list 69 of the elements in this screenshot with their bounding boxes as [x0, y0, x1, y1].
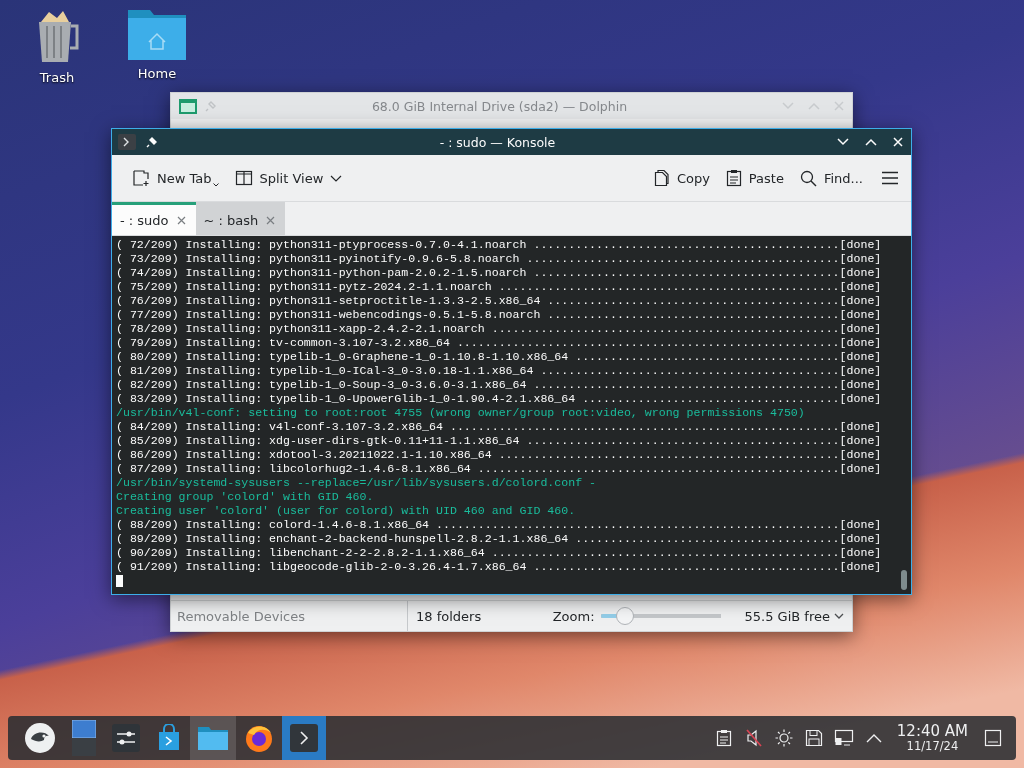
- terminal-line: Creating user 'colord' (user for colord) with UID 460 and GID 460.: [116, 504, 576, 518]
- desktop-icon-label[interactable]: Trash: [39, 70, 75, 85]
- chevron-down-icon: [834, 613, 844, 619]
- new-tab-icon: [132, 169, 150, 187]
- chevron-up-icon[interactable]: [865, 733, 882, 743]
- folder-icon[interactable]: [198, 726, 228, 750]
- speaker-muted-icon[interactable]: [745, 729, 762, 747]
- terminal-icon: [118, 134, 136, 150]
- application-launcher-icon[interactable]: [24, 722, 56, 754]
- terminal-tab[interactable]: - : sudo: [112, 202, 196, 235]
- browser-icon[interactable]: [244, 723, 274, 753]
- show-desktop-icon[interactable]: [984, 729, 1002, 747]
- terminal-line: ( 90/209) Installing: libenchant-2-2-2.8.2-1.1.x86_64 ..................................................[done]: [116, 546, 882, 560]
- terminal-line: /usr/bin/systemd-sysusers --replace=/usr/lib/sysusers.d/colord.conf -: [116, 476, 597, 490]
- terminal-line: ( 87/209) Installing: libcolorhug2-1.4.6-8.1.x86_64 ....................................................[done]: [116, 462, 882, 476]
- clock-date: 11/17/24: [906, 740, 959, 753]
- folder-icon: [179, 98, 197, 114]
- terminal-line: ( 88/209) Installing: colord-1.4.6-8.1.x86_64 ..........................................................[done]: [116, 518, 882, 532]
- terminal-line: ( 72/209) Installing: python311-ptyprocess-0.7.0-4.1.noarch ............................................[done]: [116, 238, 882, 252]
- toolbar-button[interactable]: Paste: [719, 165, 790, 191]
- shopping-bag-icon[interactable]: [156, 724, 182, 752]
- wired-network-icon[interactable]: [833, 729, 854, 747]
- toolbar-button[interactable]: Find...: [793, 165, 869, 191]
- split-view-icon: [234, 169, 253, 187]
- scrollbar[interactable]: [901, 570, 907, 590]
- terminal-line: ( 91/209) Installing: libgeocode-glib-2-0-3.26.4-1.7.x86_64 ............................................[done]: [116, 560, 882, 574]
- toolbar-button[interactable]: New Tab: [126, 165, 225, 191]
- terminal-line: Creating group 'colord' with GID 460.: [116, 490, 374, 504]
- clock-time: 12:40 AM: [896, 723, 968, 740]
- clipboard-icon: [725, 169, 742, 187]
- text-cursor: [116, 575, 123, 587]
- terminal-line: ( 80/209) Installing: typelib-1_0-Graphene-1_0-1.10.8-1.10.x86_64 ......................................[done]: [116, 350, 882, 364]
- terminal-icon[interactable]: [290, 724, 318, 752]
- home-folder-icon[interactable]: [127, 8, 187, 60]
- places-section-label[interactable]: Removable Devices: [171, 608, 407, 624]
- terminal-line: ( 89/209) Installing: enchant-2-backend-hunspell-2.8.2-1.1.x86_64 ......................................[done]: [116, 532, 882, 546]
- terminal-line: ( 73/209) Installing: python311-pyinotify-0.9.6-5.8.noarch .............................................[done]: [116, 252, 882, 266]
- terminal-line: ( 78/209) Installing: python311-xapp-2.4.2-2.1.noarch ..................................................[done]: [116, 322, 882, 336]
- search-icon: [799, 169, 817, 187]
- status-text: 18 folders: [416, 608, 483, 624]
- desktop-icon-label[interactable]: Home: [137, 66, 177, 81]
- terminal-line: ( 76/209) Installing: python311-setproctitle-1.3.3-2.5.x86_64 ..........................................[done]: [116, 294, 882, 308]
- terminal-line: ( 77/209) Installing: python311-webencodings-0.5.1-5.8.noarch ..........................................[done]: [116, 308, 882, 322]
- toolbar-button[interactable]: Copy: [647, 165, 716, 191]
- terminal-line: ( 84/209) Installing: v4l-conf-3.107-3.2.x86_64 ........................................................[done]: [116, 420, 882, 434]
- sliders-icon[interactable]: [112, 724, 140, 752]
- terminal-line: /usr/bin/v4l-conf: setting to root:root 4755 (wrong owner/group root:video, wrong permissions 4750): [116, 406, 805, 420]
- terminal-line: ( 86/209) Installing: xdotool-3.20211022.1-1.10.x86_64 .................................................[done]: [116, 448, 882, 462]
- window-title: 68.0 GiB Internal Drive (sda2) — Dolphin: [370, 98, 629, 114]
- terminal-tab[interactable]: ~ : bash: [195, 202, 286, 235]
- terminal-line: ( 82/209) Installing: typelib-1_0-Soup-3_0-3.6.0-3.1.x86_64 ............................................[done]: [116, 378, 882, 392]
- clock[interactable]: 12:40 AM 11/17/24: [896, 723, 968, 753]
- terminal-line: ( 85/209) Installing: xdg-user-dirs-gtk-0.11+11-1.1.x86_64 .............................................[done]: [116, 434, 882, 448]
- copy-icon: [653, 169, 670, 187]
- terminal-line: ( 79/209) Installing: tv-common-3.107-3.2.x86_64 .......................................................[done]: [116, 336, 882, 350]
- clipboard-icon[interactable]: [715, 729, 732, 747]
- toolbar-button[interactable]: Split View: [228, 165, 349, 191]
- menu-icon[interactable]: [881, 171, 899, 185]
- free-space-button[interactable]: 55.5 GiB free: [744, 608, 852, 624]
- chevron-down-icon: [330, 174, 343, 182]
- terminal-line: ( 81/209) Installing: typelib-1_0-ICal-3_0-3.0.18-1.1.x86_64 ...........................................[done]: [116, 364, 882, 378]
- zoom-label: Zoom:: [552, 608, 595, 624]
- brightness-icon[interactable]: [774, 729, 793, 747]
- virtual-desktop-pager-icon[interactable]: [72, 720, 96, 756]
- dropdown-indicator-icon: [212, 183, 219, 187]
- window-title: - : sudo — Konsole: [438, 134, 557, 150]
- terminal-line: ( 75/209) Installing: python311-pytz-2024.2-1.1.noarch .................................................[done]: [116, 280, 882, 294]
- terminal-line: ( 74/209) Installing: python311-python-pam-2.0.2-1.5.noarch ............................................[done]: [116, 266, 882, 280]
- terminal-line: ( 83/209) Installing: typelib-1_0-UpowerGlib-1_0-1.90.4-2.1.x86_64 .....................................[done]: [116, 392, 882, 406]
